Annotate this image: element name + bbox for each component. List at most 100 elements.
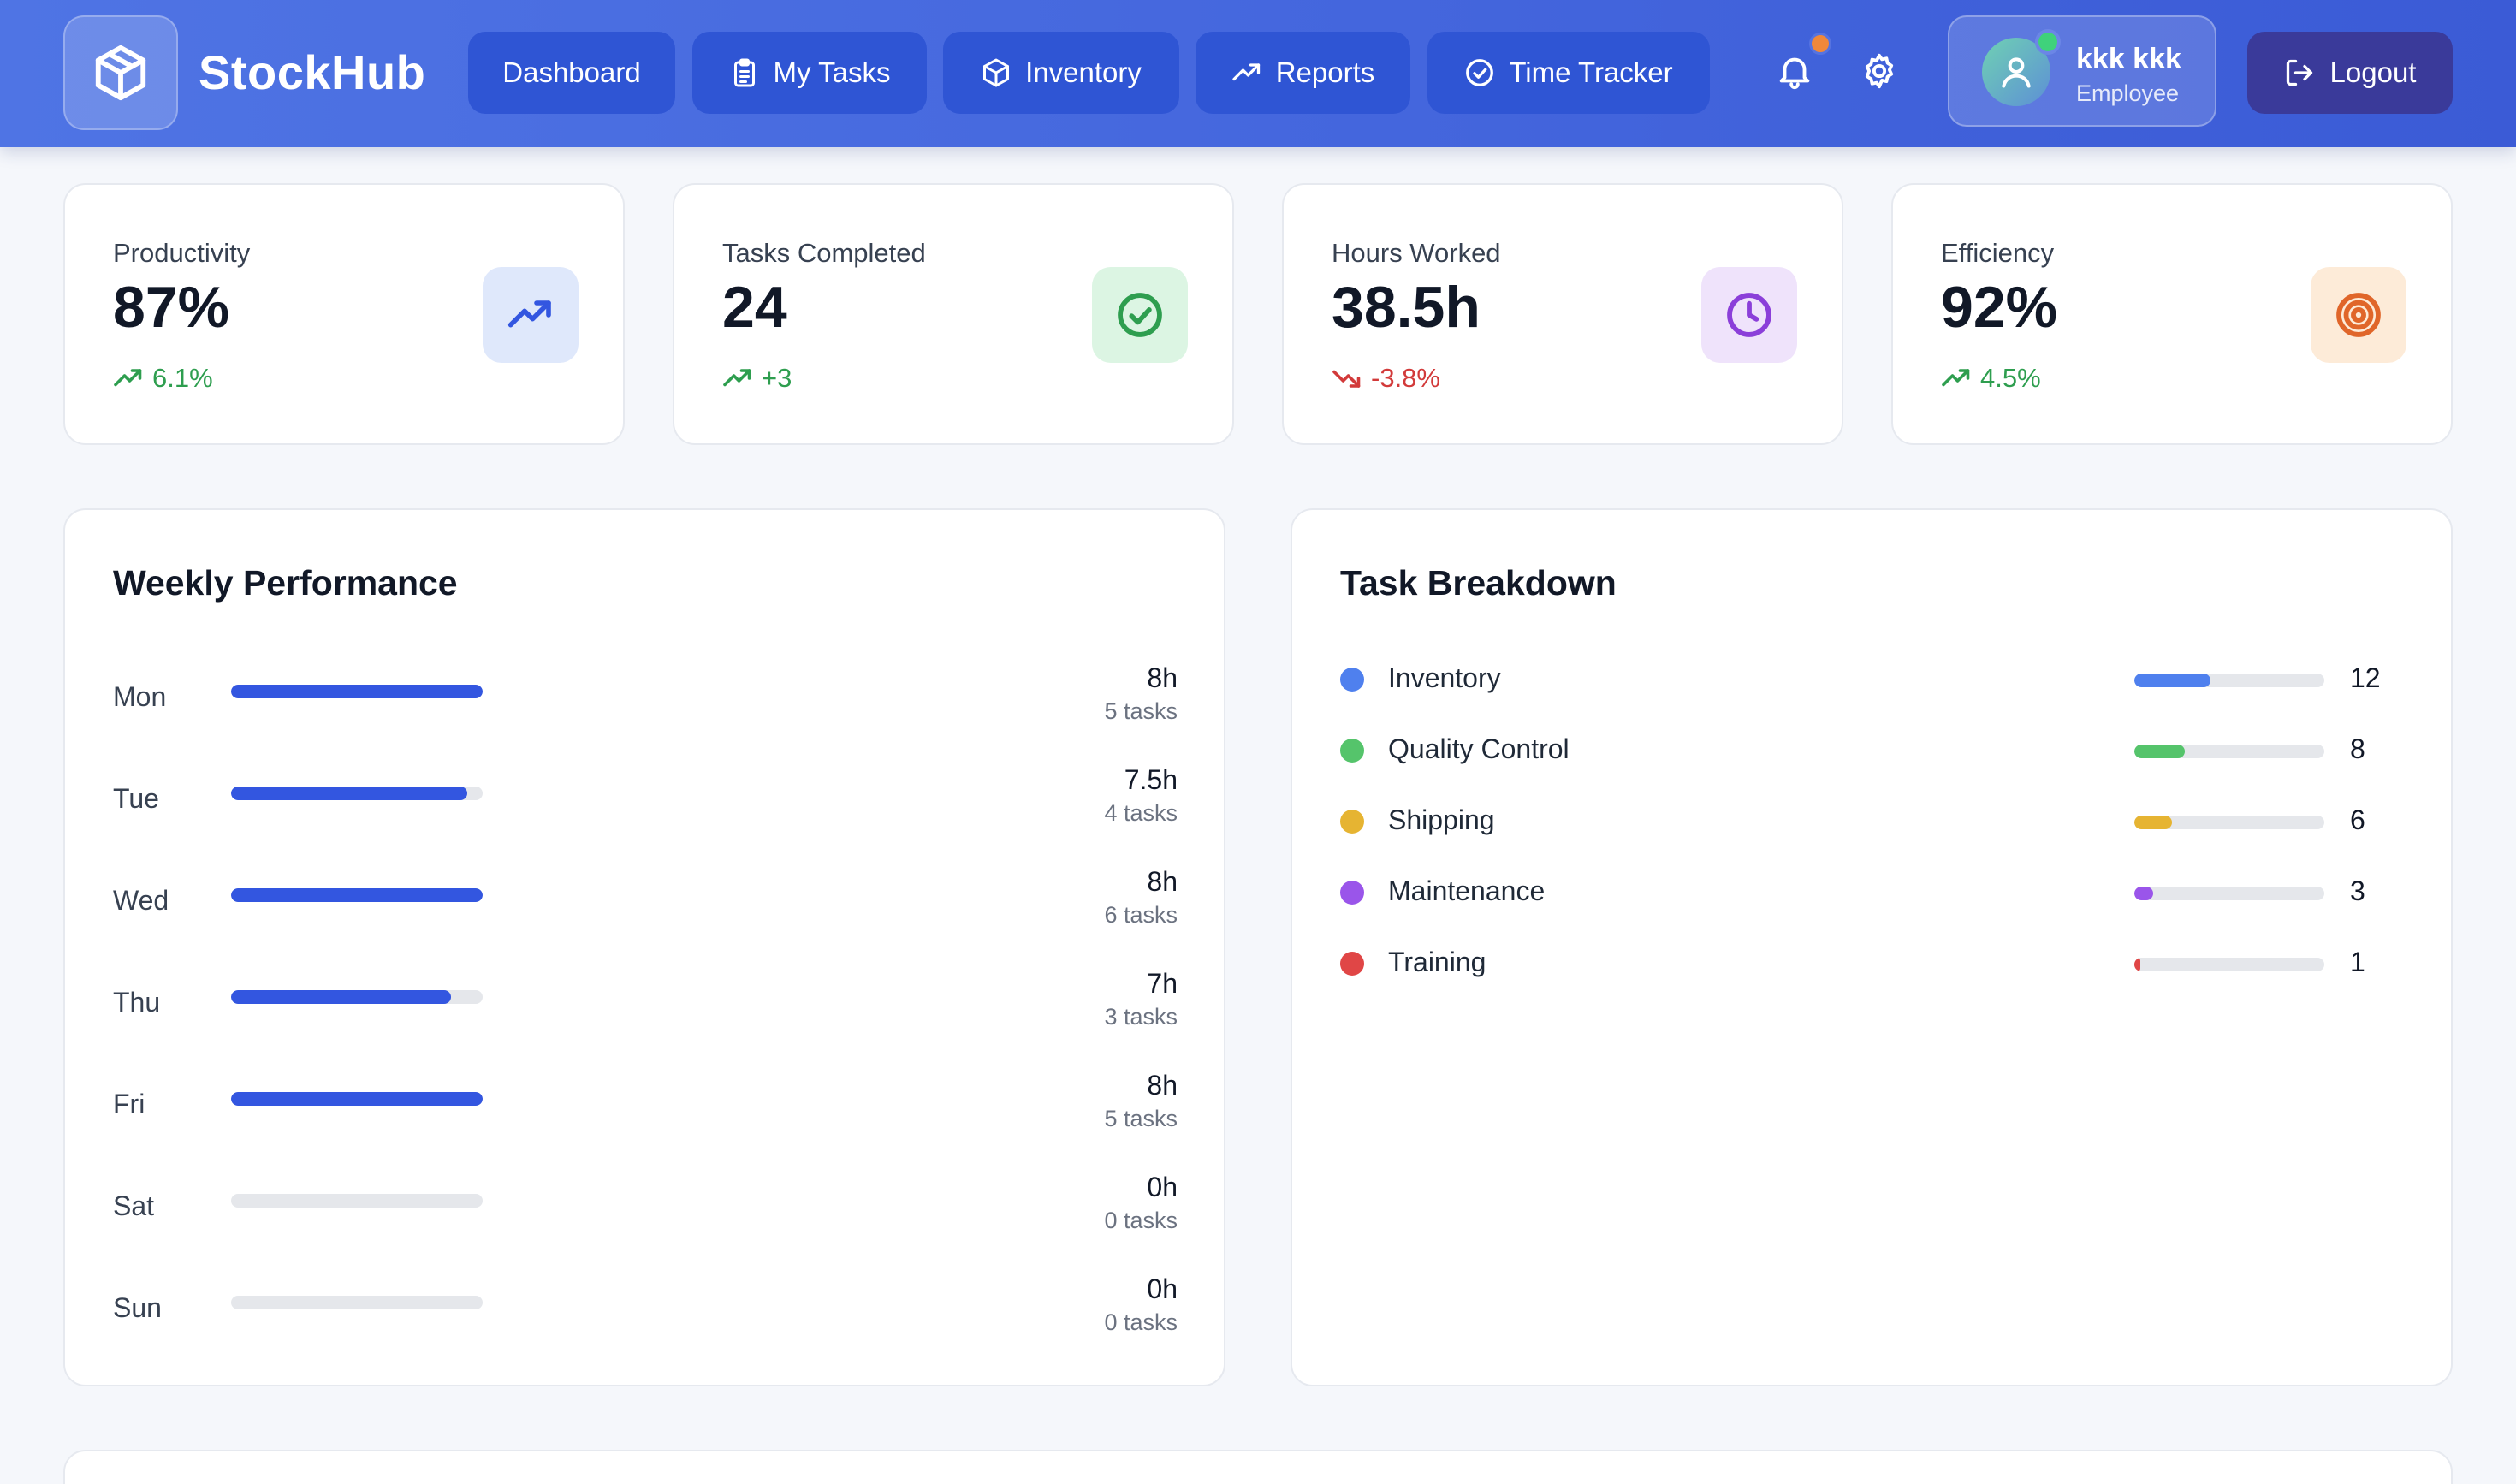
- stat-delta: 6.1%: [113, 363, 213, 394]
- trend-up-icon: [723, 369, 751, 387]
- hours-value: 8h: [1147, 1070, 1178, 1101]
- stat-label: Efficiency: [1941, 238, 2055, 268]
- clipboard-icon: [733, 58, 755, 87]
- trending-up-icon: [1232, 63, 1260, 81]
- weekly-row-mon: Mon 8h 5 tasks: [113, 662, 1178, 731]
- stat-value: 38.5h: [1332, 275, 1481, 340]
- weekly-row-tue: Tue 7.5h 4 tasks: [113, 764, 1178, 833]
- nav-my-tasks[interactable]: My Tasks: [692, 32, 927, 114]
- hours-bar-track: [231, 685, 483, 698]
- tasks-count: 0 tasks: [1104, 1208, 1178, 1233]
- weekly-row-sat: Sat 0h 0 tasks: [113, 1172, 1178, 1240]
- nav-label: My Tasks: [773, 56, 891, 88]
- category-color-dot: [1340, 739, 1364, 763]
- nav-inventory[interactable]: Inventory: [943, 32, 1179, 114]
- category-bar-track: [2134, 958, 2324, 971]
- stat-delta-text: -3.8%: [1371, 363, 1440, 393]
- category-color-dot: [1340, 810, 1364, 834]
- stat-delta: +3: [722, 363, 792, 394]
- day-label: Fri: [113, 1089, 145, 1119]
- tasks-count: 3 tasks: [1104, 1004, 1178, 1030]
- panel-title: Task Breakdown: [1340, 563, 1617, 603]
- hours-value: 0h: [1147, 1273, 1178, 1304]
- day-label: Sun: [113, 1292, 162, 1323]
- category-label: Training: [1388, 947, 1486, 977]
- stat-card-productivity: Productivity 87% 6.1%: [63, 183, 625, 445]
- bell-icon[interactable]: [1771, 48, 1818, 94]
- day-label: Sat: [113, 1190, 155, 1221]
- notification-badge: [1809, 33, 1831, 55]
- trend-up-icon: [1942, 369, 1970, 387]
- hours-bar-fill: [231, 1092, 483, 1106]
- hours-bar-track: [231, 1194, 483, 1208]
- bottom-panel: [63, 1450, 2453, 1484]
- trend-down-icon: [1332, 370, 1361, 388]
- category-count: 8: [2350, 733, 2365, 764]
- category-color-dot: [1340, 668, 1364, 692]
- hours-bar-fill: [231, 787, 467, 800]
- logout-button[interactable]: Logout: [2247, 32, 2453, 114]
- check-circle-icon: [1092, 267, 1188, 363]
- category-bar-fill: [2134, 958, 2141, 971]
- box-icon: [983, 58, 1010, 87]
- tasks-count: 5 tasks: [1104, 1106, 1178, 1131]
- stat-delta: -3.8%: [1332, 363, 1440, 394]
- breakdown-row-shipping: Shipping 6: [1340, 798, 2410, 849]
- day-label: Wed: [113, 885, 169, 916]
- nav-label: Reports: [1275, 56, 1375, 88]
- weekly-row-thu: Thu 7h 3 tasks: [113, 968, 1178, 1036]
- stat-value: 92%: [1941, 275, 2058, 340]
- stat-delta-text: 4.5%: [1980, 363, 2041, 393]
- hours-bar-track: [231, 787, 483, 800]
- gear-icon[interactable]: [1856, 48, 1902, 94]
- category-label: Inventory: [1388, 662, 1501, 693]
- logout-icon: [2286, 59, 2312, 86]
- hours-bar-fill: [231, 990, 452, 1004]
- breakdown-row-maintenance: Maintenance 3: [1340, 869, 2410, 920]
- category-bar-track: [2134, 674, 2324, 687]
- weekly-performance-panel: Weekly Performance Mon 8h 5 tasks Tue 7.…: [63, 508, 1225, 1386]
- stat-value: 24: [722, 275, 787, 340]
- brand-name[interactable]: StockHub: [199, 45, 425, 100]
- cube-icon[interactable]: [63, 15, 178, 130]
- category-label: Maintenance: [1388, 876, 1546, 906]
- stat-card-hours-worked: Hours Worked 38.5h -3.8%: [1282, 183, 1843, 445]
- tasks-count: 6 tasks: [1104, 902, 1178, 928]
- nav-dashboard[interactable]: Dashboard: [468, 32, 675, 114]
- logout-label: Logout: [2329, 56, 2417, 88]
- hours-value: 8h: [1147, 662, 1178, 693]
- hours-bar-track: [231, 888, 483, 902]
- hours-value: 0h: [1147, 1172, 1178, 1202]
- nav-time-tracker[interactable]: Time Tracker: [1427, 32, 1710, 114]
- user-name: kkk kkk: [2076, 43, 2181, 75]
- hours-value: 7.5h: [1124, 764, 1178, 795]
- stat-value: 87%: [113, 275, 230, 340]
- online-status-dot: [2035, 29, 2061, 55]
- category-count: 3: [2350, 876, 2365, 906]
- category-count: 6: [2350, 804, 2365, 835]
- stat-card-tasks-completed: Tasks Completed 24 +3: [673, 183, 1234, 445]
- stat-delta-text: 6.1%: [152, 363, 213, 393]
- nav-reports[interactable]: Reports: [1196, 32, 1410, 114]
- user-profile-card[interactable]: kkk kkk Employee: [1948, 15, 2216, 127]
- panel-title: Weekly Performance: [113, 563, 458, 603]
- trend-up-icon: [114, 369, 142, 387]
- hours-value: 8h: [1147, 866, 1178, 897]
- trending-up-icon: [483, 267, 579, 363]
- hours-bar-fill: [231, 685, 483, 698]
- category-label: Shipping: [1388, 804, 1495, 835]
- day-label: Thu: [113, 987, 161, 1018]
- nav-label: Dashboard: [502, 56, 641, 88]
- target-icon: [2311, 267, 2406, 363]
- tasks-count: 0 tasks: [1104, 1309, 1178, 1335]
- category-bar-track: [2134, 745, 2324, 758]
- task-breakdown-panel: Task Breakdown Inventory 12 Quality Cont…: [1291, 508, 2453, 1386]
- hours-bar-track: [231, 1092, 483, 1106]
- nav-label: Time Tracker: [1509, 56, 1673, 88]
- breakdown-row-quality-control: Quality Control 8: [1340, 727, 2410, 778]
- category-bar-track: [2134, 887, 2324, 900]
- stat-label: Productivity: [113, 238, 251, 268]
- tasks-count: 4 tasks: [1104, 800, 1178, 826]
- breakdown-row-inventory: Inventory 12: [1340, 656, 2410, 707]
- category-label: Quality Control: [1388, 733, 1570, 764]
